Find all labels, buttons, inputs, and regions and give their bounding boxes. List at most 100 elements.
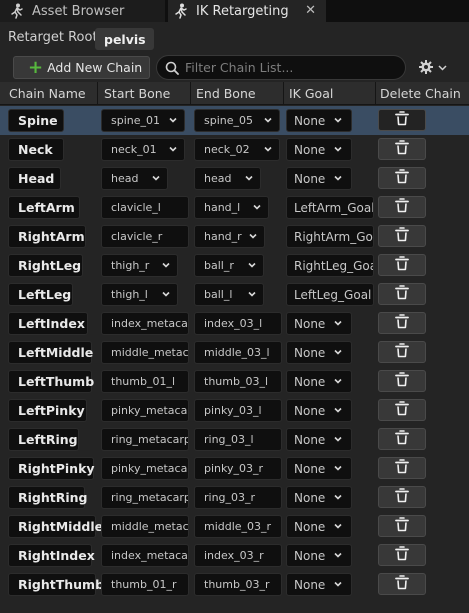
ik-goal-dropdown[interactable]: None bbox=[286, 486, 352, 509]
table-row[interactable]: LeftRing ring_metacarpal_l ring_03_l None bbox=[0, 425, 469, 454]
delete-chain-button[interactable] bbox=[378, 457, 426, 479]
chain-name-field[interactable]: Head bbox=[8, 167, 61, 190]
column-header-chain-name[interactable]: Chain Name bbox=[0, 82, 98, 105]
chain-name-field[interactable]: RightLeg bbox=[8, 254, 83, 277]
delete-chain-button[interactable] bbox=[378, 341, 426, 363]
table-row[interactable]: RightThumb thumb_01_r thumb_03_r None bbox=[0, 570, 469, 599]
end-bone-dropdown[interactable]: middle_03_r bbox=[194, 515, 282, 538]
chain-name-field[interactable]: LeftRing bbox=[8, 428, 79, 451]
end-bone-dropdown[interactable]: ring_03_l bbox=[194, 428, 282, 451]
chain-name-field[interactable]: LeftPinky bbox=[8, 399, 87, 422]
ik-goal-dropdown[interactable]: None bbox=[286, 457, 352, 480]
ik-goal-dropdown[interactable]: None bbox=[286, 399, 352, 422]
start-bone-dropdown[interactable]: middle_metacarpal_l bbox=[101, 341, 189, 364]
ik-goal-dropdown[interactable]: None bbox=[286, 515, 352, 538]
end-bone-dropdown[interactable]: ring_03_r bbox=[194, 486, 282, 509]
column-header-start-bone[interactable]: Start Bone bbox=[98, 82, 191, 105]
end-bone-dropdown[interactable]: hand_l bbox=[194, 196, 269, 219]
delete-chain-button[interactable] bbox=[378, 515, 426, 537]
chain-name-field[interactable]: LeftLeg bbox=[8, 283, 73, 306]
tab-asset-browser[interactable]: Asset Browser bbox=[0, 0, 165, 22]
table-row[interactable]: LeftMiddle middle_metacarpal_l middle_03_l… bbox=[0, 338, 469, 367]
delete-chain-button[interactable] bbox=[378, 109, 426, 131]
ik-goal-dropdown[interactable]: None bbox=[286, 138, 352, 161]
add-new-chain-button[interactable]: + Add New Chain bbox=[13, 56, 150, 79]
start-bone-dropdown[interactable]: index_metacarpal_r bbox=[101, 544, 189, 567]
start-bone-dropdown[interactable]: thumb_01_r bbox=[101, 573, 189, 596]
column-header-delete-chain[interactable]: Delete Chain bbox=[376, 82, 469, 105]
chain-name-field[interactable]: LeftIndex bbox=[8, 312, 88, 335]
chain-name-field[interactable]: RightMiddle bbox=[8, 515, 103, 538]
retarget-root-value[interactable]: pelvis bbox=[95, 28, 154, 50]
ik-goal-dropdown[interactable]: None bbox=[286, 370, 352, 393]
table-row[interactable]: LeftLeg thigh_l ball_l LeftLeg_Goal bbox=[0, 280, 469, 309]
start-bone-dropdown[interactable]: thumb_01_l bbox=[101, 370, 189, 393]
chain-name-field[interactable]: RightThumb bbox=[8, 573, 104, 596]
end-bone-dropdown[interactable]: ball_r bbox=[194, 254, 264, 277]
chain-name-field[interactable]: RightArm bbox=[8, 225, 86, 248]
delete-chain-button[interactable] bbox=[378, 225, 426, 247]
start-bone-dropdown[interactable]: index_metacarpal_l bbox=[101, 312, 189, 335]
start-bone-dropdown[interactable]: neck_01 bbox=[101, 138, 185, 161]
delete-chain-button[interactable] bbox=[378, 283, 426, 305]
table-row[interactable]: LeftThumb thumb_01_l thumb_03_l None bbox=[0, 367, 469, 396]
start-bone-dropdown[interactable]: clavicle_l bbox=[101, 196, 189, 219]
delete-chain-button[interactable] bbox=[378, 138, 426, 160]
column-header-end-bone[interactable]: End Bone bbox=[191, 82, 284, 105]
chain-name-field[interactable]: RightRing bbox=[8, 486, 88, 509]
delete-chain-button[interactable] bbox=[378, 399, 426, 421]
end-bone-dropdown[interactable]: index_03_r bbox=[194, 544, 282, 567]
delete-chain-button[interactable] bbox=[378, 370, 426, 392]
chain-name-field[interactable]: LeftArm bbox=[8, 196, 80, 219]
delete-chain-button[interactable] bbox=[378, 573, 426, 595]
chain-name-field[interactable]: RightIndex bbox=[8, 544, 95, 567]
start-bone-dropdown[interactable]: pinky_metacarpal_r bbox=[101, 457, 189, 480]
end-bone-dropdown[interactable]: middle_03_l bbox=[194, 341, 282, 364]
table-row[interactable]: LeftIndex index_metacarpal_l index_03_l Non… bbox=[0, 309, 469, 338]
table-row[interactable]: RightPinky pinky_metacarpal_r pinky_03_r No… bbox=[0, 454, 469, 483]
chain-name-field[interactable]: Spine bbox=[8, 109, 64, 132]
end-bone-dropdown[interactable]: thumb_03_r bbox=[194, 573, 282, 596]
delete-chain-button[interactable] bbox=[378, 428, 426, 450]
ik-goal-dropdown[interactable]: None bbox=[286, 312, 352, 335]
table-row[interactable]: Spine spine_01 spine_05 None bbox=[0, 106, 469, 135]
end-bone-dropdown[interactable]: neck_02 bbox=[194, 138, 280, 161]
end-bone-dropdown[interactable]: pinky_03_l bbox=[194, 399, 282, 422]
chain-filter-search[interactable] bbox=[156, 55, 406, 80]
table-row[interactable]: RightLeg thigh_r ball_r RightLeg_Goal bbox=[0, 251, 469, 280]
settings-button[interactable] bbox=[418, 59, 447, 78]
table-row[interactable]: LeftPinky pinky_metacarpal_l pinky_03_l Non… bbox=[0, 396, 469, 425]
end-bone-dropdown[interactable]: index_03_l bbox=[194, 312, 282, 335]
ik-goal-dropdown[interactable]: None bbox=[286, 428, 352, 451]
column-header-ik-goal[interactable]: IK Goal bbox=[284, 82, 376, 105]
ik-goal-dropdown[interactable]: LeftArm_Goal bbox=[286, 196, 374, 219]
delete-chain-button[interactable] bbox=[378, 312, 426, 334]
delete-chain-button[interactable] bbox=[378, 486, 426, 508]
start-bone-dropdown[interactable]: head bbox=[101, 167, 168, 190]
ik-goal-dropdown[interactable]: None bbox=[286, 573, 352, 596]
tab-ik-retargeting[interactable]: IK Retargeting ✕ bbox=[168, 0, 326, 22]
ik-goal-dropdown[interactable]: None bbox=[286, 109, 352, 132]
delete-chain-button[interactable] bbox=[378, 544, 426, 566]
start-bone-dropdown[interactable]: clavicle_r bbox=[101, 225, 189, 248]
ik-goal-dropdown[interactable]: RightArm_Goal bbox=[286, 225, 374, 248]
start-bone-dropdown[interactable]: thigh_l bbox=[101, 283, 178, 306]
delete-chain-button[interactable] bbox=[378, 196, 426, 218]
ik-goal-dropdown[interactable]: None bbox=[286, 544, 352, 567]
ik-goal-dropdown[interactable]: None bbox=[286, 167, 352, 190]
search-input[interactable] bbox=[185, 60, 385, 75]
end-bone-dropdown[interactable]: hand_r bbox=[194, 225, 265, 248]
chain-name-field[interactable]: RightPinky bbox=[8, 457, 95, 480]
end-bone-dropdown[interactable]: pinky_03_r bbox=[194, 457, 282, 480]
delete-chain-button[interactable] bbox=[378, 254, 426, 276]
start-bone-dropdown[interactable]: ring_metacarpal_l bbox=[101, 428, 189, 451]
chain-name-field[interactable]: LeftMiddle bbox=[8, 341, 93, 364]
end-bone-dropdown[interactable]: ball_l bbox=[194, 283, 264, 306]
table-row[interactable]: RightIndex index_metacarpal_r index_03_r No… bbox=[0, 541, 469, 570]
delete-chain-button[interactable] bbox=[378, 167, 426, 189]
end-bone-dropdown[interactable]: thumb_03_l bbox=[194, 370, 282, 393]
end-bone-dropdown[interactable]: spine_05 bbox=[194, 109, 280, 132]
table-row[interactable]: Neck neck_01 neck_02 None bbox=[0, 135, 469, 164]
start-bone-dropdown[interactable]: pinky_metacarpal_l bbox=[101, 399, 189, 422]
start-bone-dropdown[interactable]: ring_metacarpal_r bbox=[101, 486, 189, 509]
